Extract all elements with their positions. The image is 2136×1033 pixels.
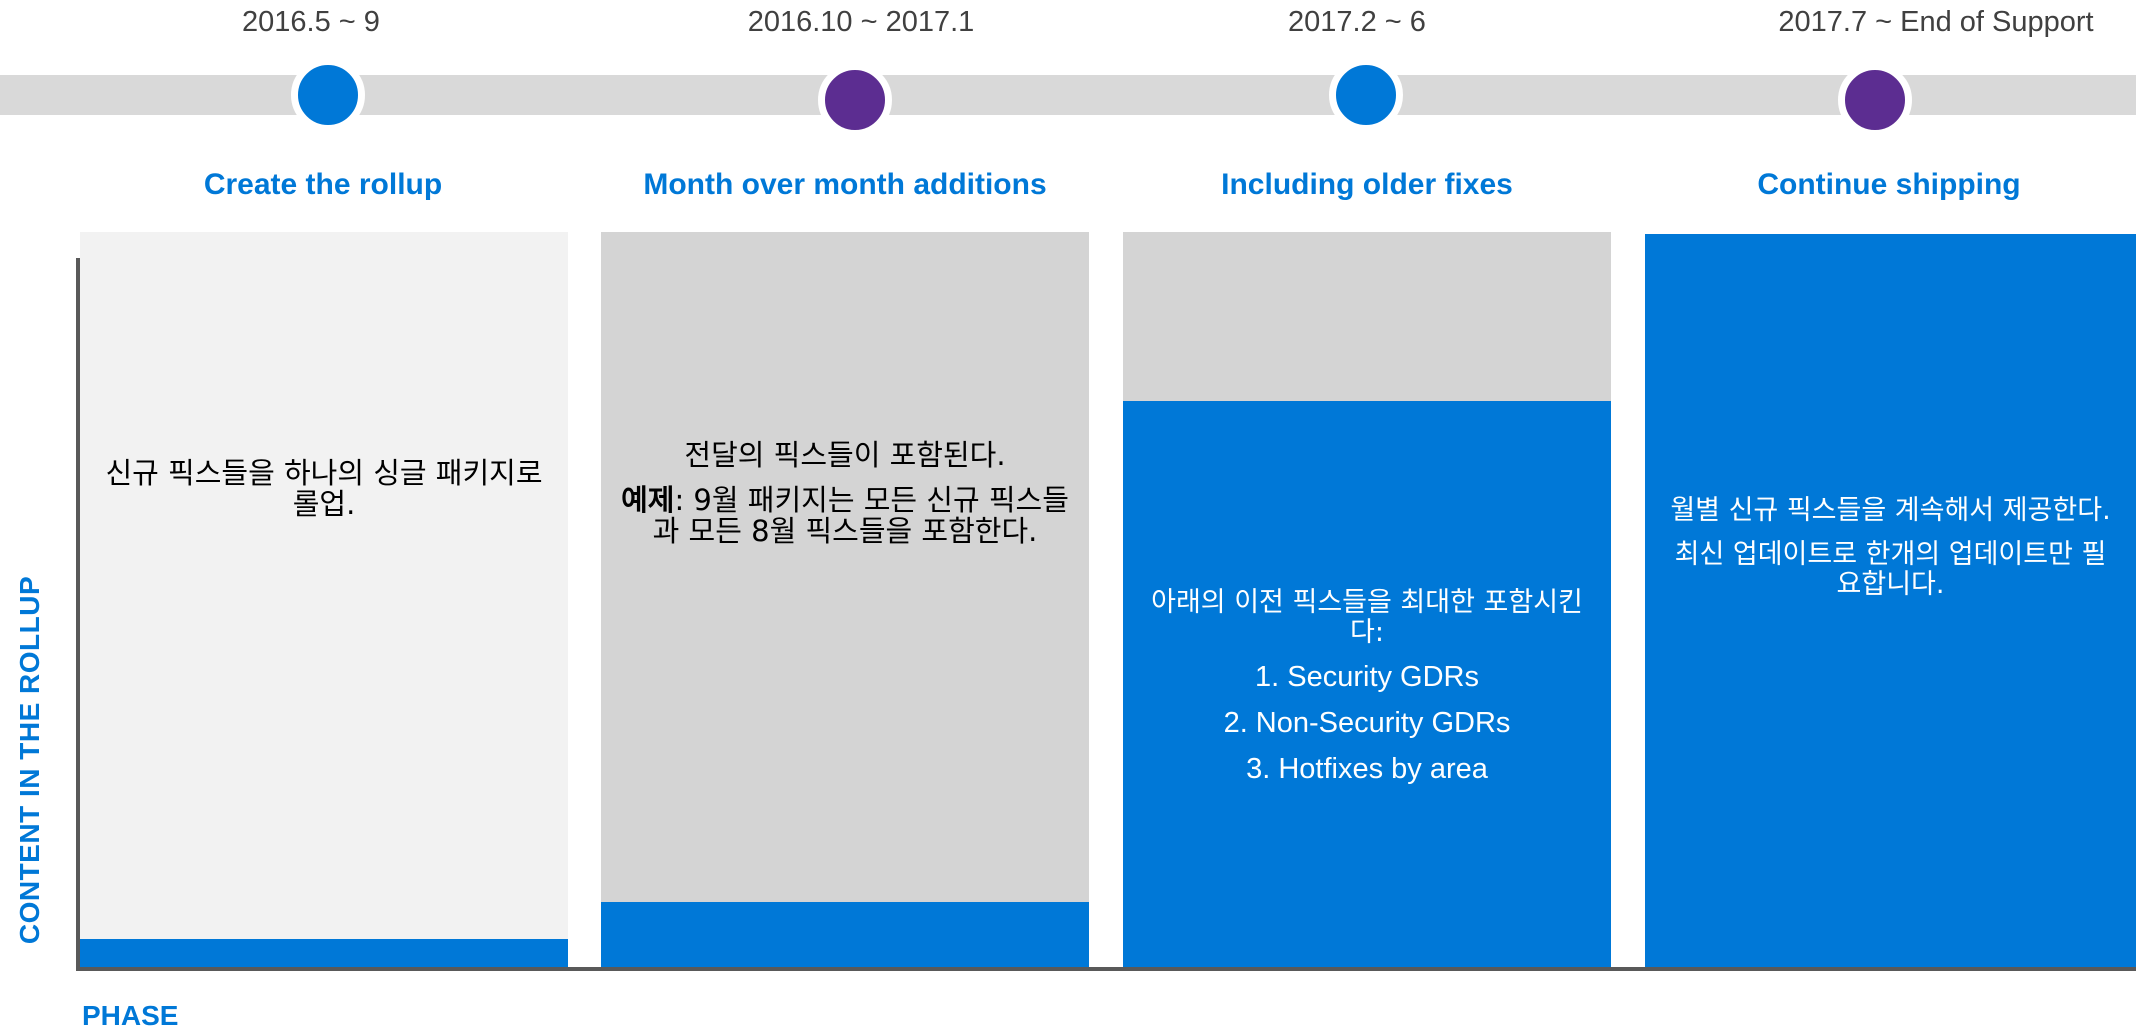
phase-column-3: 아래의 이전 픽스들을 최대한 포함시킨다: 1. Security GDRs … (1123, 232, 1611, 968)
phase-1-text-line: 신규 픽스들을 하나의 싱글 패키지로 롤업. (105, 456, 543, 521)
phase-title-4: Continue shipping (1757, 168, 2021, 201)
phase-title-3: Including older fixes (1221, 168, 1513, 201)
y-axis-line (76, 258, 80, 971)
rollup-content-fill-2 (601, 901, 1089, 968)
phase-title-1: Create the rollup (203, 168, 443, 201)
rollup-phase-diagram: 2016.5 ~ 9 2016.10 ~ 2017.1 2017.2 ~ 6 2… (0, 0, 2136, 1033)
phase-3-list-item-2: 2. Non-Security GDRs (1223, 707, 1511, 739)
phase-4-description: 월별 신규 픽스들을 계속해서 제공한다. 최신 업데이트로 한개의 업데이트만… (1665, 496, 2116, 614)
example-text: : 9월 패키지는 모든 신규 픽스들과 모든 8월 픽스들을 포함한다. (652, 483, 1069, 548)
phase-4-text-line-2: 최신 업데이트로 한개의 업데이트만 필요합니다. (1674, 539, 2107, 600)
phase-column-2: 전달의 픽스들이 포함된다. 예제: 9월 패키지는 모든 신규 픽스들과 모든… (601, 232, 1089, 968)
date-label-phase-1: 2016.5 ~ 9 (242, 6, 380, 38)
date-label-phase-3: 2017.2 ~ 6 (1288, 6, 1426, 38)
phase-3-text-line: 아래의 이전 픽스들을 최대한 포함시킨다: (1151, 587, 1583, 648)
phase-3-description: 아래의 이전 픽스들을 최대한 포함시킨다: 1. Security GDRs … (1143, 588, 1591, 800)
phase-1-description: 신규 픽스들을 하나의 싱글 패키지로 롤업. (100, 458, 548, 534)
phase-4-text-line-1: 월별 신규 픽스들을 계속해서 제공한다. (1670, 495, 2111, 526)
phase-2-example: 예제: 9월 패키지는 모든 신규 픽스들과 모든 8월 픽스들을 포함한다. (621, 485, 1069, 547)
milestone-marker-phase-2 (818, 63, 892, 137)
x-axis-line (76, 967, 2136, 971)
example-label: 예제 (621, 483, 675, 517)
phase-2-description: 전달의 픽스들이 포함된다. 예제: 9월 패키지는 모든 신규 픽스들과 모든… (621, 440, 1069, 561)
phase-3-list-item-1: 1. Security GDRs (1255, 661, 1479, 693)
milestone-marker-phase-1 (291, 58, 365, 132)
x-axis-label: PHASE (82, 1000, 179, 1031)
milestone-marker-phase-4 (1838, 63, 1912, 137)
y-axis-label: CONTENT IN THE ROLLUP (14, 575, 45, 945)
rollup-content-fill-1 (80, 938, 568, 968)
phase-column-4: 월별 신규 픽스들을 계속해서 제공한다. 최신 업데이트로 한개의 업데이트만… (1645, 234, 2136, 968)
date-label-phase-4: 2017.7 ~ End of Support (1778, 6, 2094, 38)
phase-title-2: Month over month additions (643, 168, 1047, 201)
date-label-phase-2: 2016.10 ~ 2017.1 (747, 6, 975, 38)
phase-2-text-line: 전달의 픽스들이 포함된다. (684, 438, 1006, 472)
phase-column-1: 신규 픽스들을 하나의 싱글 패키지로 롤업. (80, 232, 568, 968)
phase-3-list-item-3: 3. Hotfixes by area (1246, 753, 1488, 785)
milestone-marker-phase-3 (1329, 58, 1403, 132)
